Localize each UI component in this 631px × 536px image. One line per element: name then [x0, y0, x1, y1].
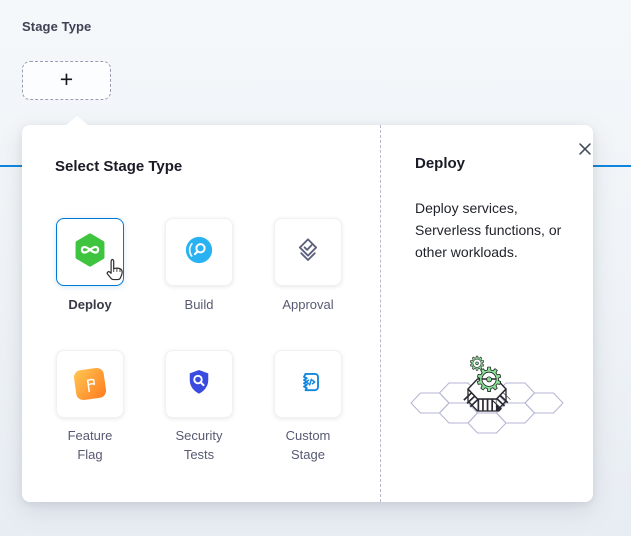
feature-flag-icon — [73, 367, 107, 401]
deploy-hexagon-infinity-icon — [73, 233, 107, 272]
close-button[interactable] — [573, 137, 597, 161]
stage-label-security-tests: Security Tests — [167, 426, 231, 464]
pipeline-connector-line-left — [0, 165, 22, 167]
popover-title: Select Stage Type — [55, 158, 182, 175]
stage-card-approval[interactable] — [274, 218, 342, 286]
approval-diamond-check-icon — [293, 235, 323, 270]
stage-type-label: Stage Type — [22, 19, 91, 34]
stage-label-feature-flag: Feature Flag — [58, 426, 122, 464]
popover-caret — [66, 116, 88, 125]
stage-label-deploy: Deploy — [58, 295, 122, 314]
pipeline-stage-selector-screen: Stage Type + Select Stage Type — [0, 0, 631, 536]
stage-card-feature-flag[interactable] — [56, 350, 124, 418]
stage-card-deploy[interactable] — [56, 218, 124, 286]
security-shield-search-icon — [184, 367, 214, 402]
stage-detail-title: Deploy — [415, 155, 465, 172]
add-stage-button[interactable]: + — [22, 61, 111, 100]
stage-detail-panel: Deploy Deploy services, Serverless funct… — [380, 125, 593, 502]
stage-card-security-tests[interactable] — [165, 350, 233, 418]
stage-type-popover: Select Stage Type — [22, 125, 593, 502]
custom-stage-code-icon — [293, 367, 323, 402]
close-icon — [576, 140, 594, 158]
stage-label-approval: Approval — [276, 295, 340, 314]
stage-card-custom-stage[interactable] — [274, 350, 342, 418]
stage-detail-description: Deploy services, Serverless functions, o… — [415, 197, 565, 263]
stage-card-build[interactable] — [165, 218, 233, 286]
gear-icon-small: ⚙ — [468, 353, 485, 375]
hexagon-platform-gears-illustration: ⚙ ⚙ — [408, 328, 578, 450]
build-circle-search-icon — [184, 235, 214, 270]
plus-icon: + — [60, 68, 73, 91]
stage-label-custom-stage: Custom Stage — [276, 426, 340, 464]
pipeline-connector-line-right — [593, 165, 631, 167]
stage-label-build: Build — [167, 295, 231, 314]
